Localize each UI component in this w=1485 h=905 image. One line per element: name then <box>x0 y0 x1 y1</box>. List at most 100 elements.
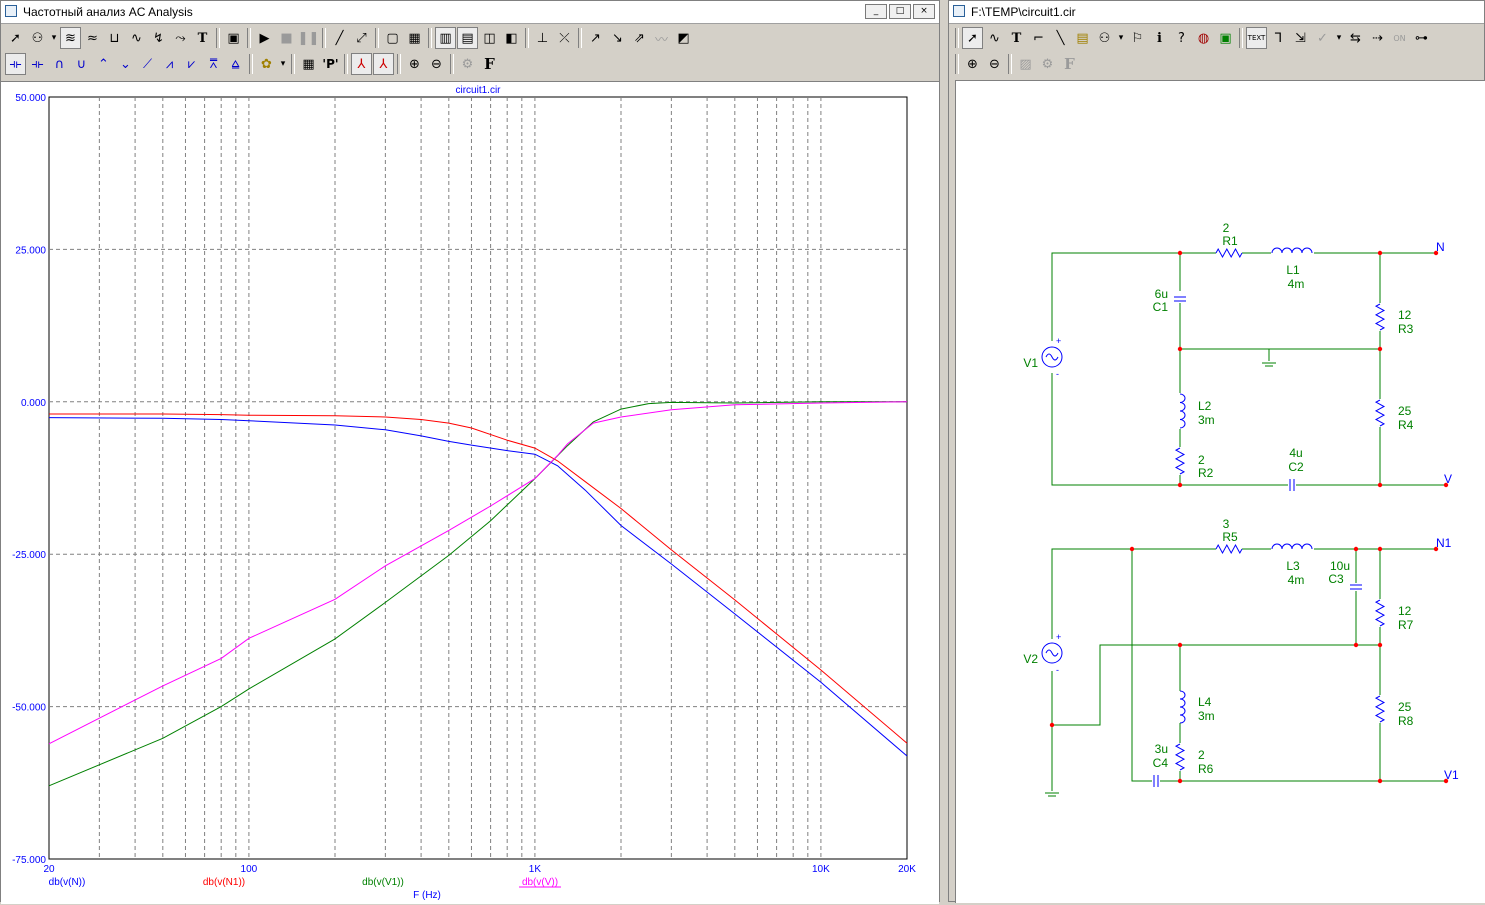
info-icon[interactable]: i <box>1149 27 1170 49</box>
text-badge-icon[interactable]: TEXT <box>1246 27 1267 49</box>
pin-icon[interactable]: ⇲ <box>1290 27 1311 49</box>
color-icon[interactable]: ▣ <box>1215 27 1236 49</box>
camera-icon[interactable]: ▨ <box>1015 53 1036 75</box>
select-arrow-icon[interactable]: ➚ <box>962 27 983 49</box>
power-icon[interactable]: ⇢ <box>1367 27 1388 49</box>
analysis-toolbar-2: ⟛ ⟛ ∩ ∪ ⌃ ⌄ ⟋ ⩘ ⩗ ⩞ ⩠ ✿ ▾ ▦ 'P' ⅄ ⅄ ⊕ ⊖ … <box>1 51 939 77</box>
plot-area[interactable]: 50.000 25.000 0.000 -25.000 -50.000 -75.000 20… <box>1 81 939 904</box>
text-icon[interactable]: T <box>1006 27 1027 49</box>
grid4-icon[interactable]: ◫ <box>479 27 500 49</box>
ac-analysis-chart[interactable]: 50.00025.0000.000-25.000-50.000-75.00020… <box>1 82 937 902</box>
wave1-icon[interactable]: ≋ <box>60 27 81 49</box>
wave3-icon[interactable]: ⊔ <box>104 27 125 49</box>
component-label: R7 <box>1398 618 1414 632</box>
global-high-icon[interactable]: ⩞ <box>203 53 224 75</box>
close-button[interactable]: × <box>913 4 935 19</box>
wave4-icon[interactable]: ∿ <box>126 27 147 49</box>
zoom-out-icon[interactable]: ⊖ <box>984 53 1005 75</box>
pause-icon[interactable]: ❚❚ <box>298 27 320 49</box>
vertical-scrollbar[interactable] <box>939 22 948 902</box>
tag-icon[interactable]: ⅄ <box>351 53 372 75</box>
connect-icon[interactable]: ⊶ <box>1411 27 1432 49</box>
gear-icon[interactable]: ⚙ <box>1037 53 1058 75</box>
slope-icon[interactable]: ⟋ <box>137 53 158 75</box>
zoom-in-icon[interactable]: ⊕ <box>962 53 983 75</box>
flag-icon[interactable]: ⚐ <box>1127 27 1148 49</box>
node-label-v: V <box>1444 472 1452 486</box>
font-icon[interactable]: F <box>1059 53 1080 75</box>
wave2-icon[interactable]: ≈ <box>82 27 103 49</box>
grid2-icon[interactable]: ▥ <box>435 27 456 49</box>
cursor-right-icon[interactable]: ⟛ <box>27 53 48 75</box>
tool5-icon[interactable]: ◩ <box>673 27 694 49</box>
node-dot <box>1377 778 1383 784</box>
dropdown-arrow-icon[interactable]: ▾ <box>49 27 59 49</box>
tool2-icon[interactable]: ↘ <box>607 27 628 49</box>
diagonal-wire-icon[interactable]: ╲ <box>1050 27 1071 49</box>
dropdown-arrow-icon[interactable]: ▾ <box>278 53 288 75</box>
p-icon[interactable]: 'P' <box>320 53 341 75</box>
schematic-titlebar[interactable]: F:\TEMP\circuit1.cir <box>949 1 1484 24</box>
toolbar-separator <box>955 54 959 74</box>
analysis-titlebar[interactable]: Частотный анализ AC Analysis _ □ × <box>1 1 939 24</box>
line-icon[interactable]: ╱ <box>329 27 350 49</box>
minimize-button[interactable]: _ <box>865 4 887 19</box>
run-icon[interactable]: ▶ <box>254 27 275 49</box>
gear-icon[interactable]: ⚙ <box>457 53 478 75</box>
select-arrow-icon[interactable]: ➚ <box>5 27 26 49</box>
font-icon[interactable]: F <box>479 53 500 75</box>
tool3-icon[interactable]: ⇗ <box>629 27 650 49</box>
component-dropdown-icon[interactable]: ⚇ <box>1094 27 1115 49</box>
next-valley-icon[interactable]: ⩗ <box>181 53 202 75</box>
values-icon[interactable]: ✓ <box>1312 27 1333 49</box>
schematic-canvas[interactable]: + -2 R1 L1 4m 6u C1 12 R3 L2 3m 25 R4 2 R2 4u C2 V1 N V + -3 R… <box>955 80 1485 903</box>
valley-icon[interactable]: ∪ <box>71 53 92 75</box>
zoom-in-icon[interactable]: ⊕ <box>404 53 425 75</box>
wave6-icon[interactable]: ⤳ <box>170 27 191 49</box>
palette-icon[interactable]: ✿ <box>256 53 277 75</box>
tool1-icon[interactable]: ↗ <box>585 27 606 49</box>
dropdown-arrow-icon[interactable]: ▾ <box>1334 27 1344 49</box>
help-icon[interactable]: ? <box>1171 27 1192 49</box>
text-icon[interactable]: T <box>192 27 213 49</box>
grid-icon[interactable]: ▦ <box>404 27 425 49</box>
orthogonal-wire-icon[interactable]: ⌐ <box>1028 27 1049 49</box>
schematic-drawing[interactable]: +-2R1L14m6uC112R3L23m25R42R24uC2V1NV+-3R… <box>956 81 1484 901</box>
peak-icon[interactable]: ∩ <box>49 53 70 75</box>
wire-icon[interactable]: ∿ <box>984 27 1005 49</box>
toolbar-separator <box>216 28 220 48</box>
maximize-button[interactable]: □ <box>889 4 911 19</box>
next-peak-icon[interactable]: ⩘ <box>159 53 180 75</box>
axis-icon[interactable]: ⊥ <box>532 27 553 49</box>
on-badge-icon[interactable]: ON <box>1389 27 1410 49</box>
properties-icon[interactable]: ▣ <box>223 27 244 49</box>
node-numbers-icon[interactable]: ⅂ <box>1268 27 1289 49</box>
tool4-icon[interactable]: 〰 <box>651 27 672 49</box>
grid5-icon[interactable]: ◧ <box>501 27 522 49</box>
low-icon[interactable]: ⌄ <box>115 53 136 75</box>
component-label: 2 <box>1198 748 1205 762</box>
probe-icon[interactable]: ◍ <box>1193 27 1214 49</box>
component-label: C4 <box>1153 756 1169 770</box>
x-tick-label: 1K <box>529 864 542 875</box>
grid3-icon[interactable]: ▤ <box>457 27 478 49</box>
tag2-icon[interactable]: ⅄ <box>373 53 394 75</box>
component-icon[interactable]: ▤ <box>1072 27 1093 49</box>
resistor-symbol <box>1215 247 1243 259</box>
dropdown-arrow-icon[interactable]: ▾ <box>1116 27 1126 49</box>
component-label: L2 <box>1198 399 1212 413</box>
component-icon[interactable]: ⚇ <box>27 27 48 49</box>
diag-line-icon[interactable]: ⤢ <box>351 27 372 49</box>
zoom-out-icon[interactable]: ⊖ <box>426 53 447 75</box>
arrows-icon[interactable]: ⇆ <box>1345 27 1366 49</box>
frame-icon[interactable]: ▢ <box>382 27 403 49</box>
component-label: R4 <box>1398 418 1414 432</box>
stop-icon[interactable]: ■ <box>276 27 297 49</box>
table-icon[interactable]: ▦ <box>298 53 319 75</box>
wave5-icon[interactable]: ↯ <box>148 27 169 49</box>
cursor-icon[interactable]: ⤫ <box>554 27 575 49</box>
cursor-left-icon[interactable]: ⟛ <box>5 53 26 75</box>
high-icon[interactable]: ⌃ <box>93 53 114 75</box>
global-low-icon[interactable]: ⩠ <box>225 53 246 75</box>
chart-title: circuit1.cir <box>455 85 501 96</box>
